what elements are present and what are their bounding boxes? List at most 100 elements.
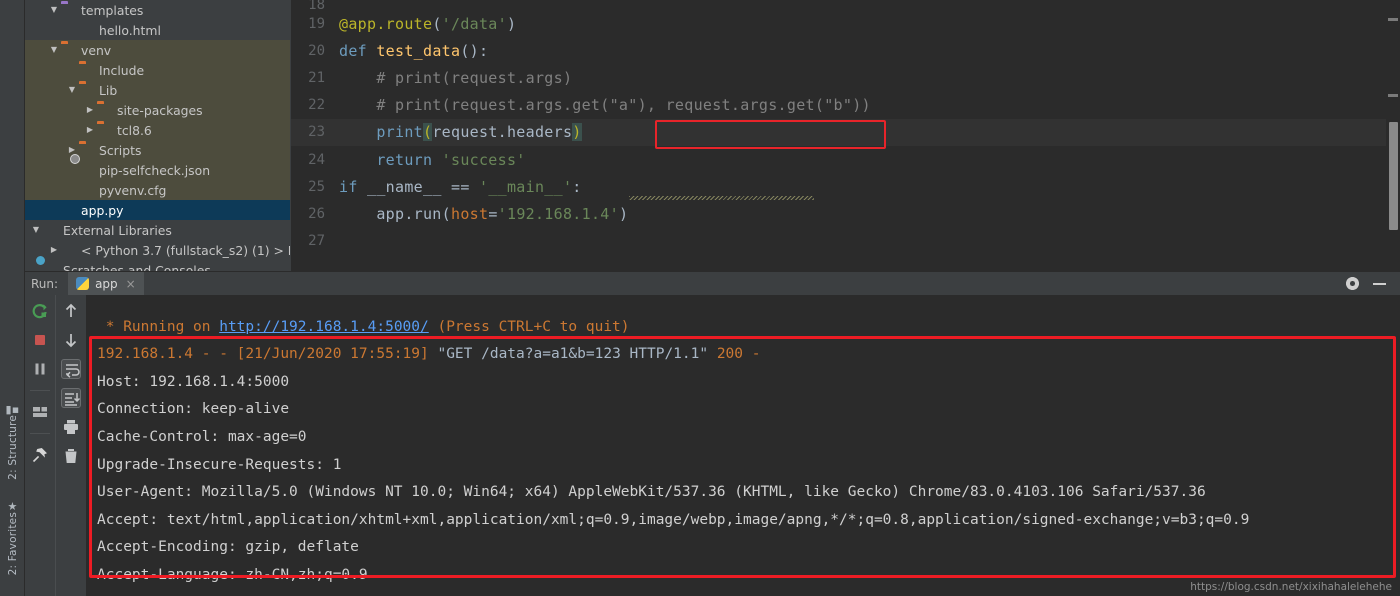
tree-row[interactable]: pip-selfcheck.json: [25, 160, 290, 180]
code-token: ): [618, 204, 629, 223]
chevron-right-icon[interactable]: ▶: [83, 126, 97, 134]
scroll-to-end-icon[interactable]: [60, 388, 81, 408]
code-line[interactable]: 20 def test_data():: [291, 37, 1400, 64]
editor-scrollbar-thumb[interactable]: [1389, 122, 1398, 230]
code-token: __name__: [367, 177, 451, 196]
tree-row[interactable]: hello.html: [25, 20, 290, 40]
console-output-panel[interactable]: * Running on http://192.168.1.4:5000/ (P…: [87, 295, 1400, 596]
line-content: return 'success': [339, 151, 526, 169]
code-token: host: [450, 204, 489, 223]
tree-row[interactable]: pyvenv.cfg: [25, 180, 290, 200]
tree-row-label: Include: [99, 62, 145, 78]
chevron-down-icon[interactable]: ▼: [47, 46, 61, 54]
code-token: if: [339, 177, 367, 196]
chevron-right-icon[interactable]: ▶: [47, 246, 61, 254]
code-content[interactable]: 18 19 @app.route('/data') 20 def test_data()…: [291, 0, 1400, 255]
inspection-squiggle: [629, 196, 814, 200]
code-token: def: [339, 41, 377, 60]
code-token: test_data: [376, 41, 461, 60]
tool-button-structure[interactable]: 2: Structure ▮▪: [0, 400, 25, 480]
tool-button-favorites-label: 2: Favorites: [6, 512, 19, 576]
tree-row[interactable]: ▼ venv: [25, 40, 290, 60]
chevron-right-icon[interactable]: ▶: [83, 106, 97, 114]
project-tree[interactable]: ▼ templates hello.html ▼ venv Include ▼ Lib ▶ sit…: [25, 0, 290, 271]
tree-row[interactable]: app.py: [25, 200, 290, 220]
line-number: 23: [308, 124, 325, 141]
soft-wrap-icon[interactable]: [60, 359, 81, 379]
tree-row[interactable]: ▶ Scripts: [25, 140, 290, 160]
line-content: if __name__ == '__main__':: [339, 178, 582, 196]
code-line[interactable]: 22 # print(request.args.get("a"), reques…: [291, 92, 1400, 119]
console-header-line: Accept: text/html,application/xhtml+xml,…: [97, 511, 1250, 528]
tree-row-label: External Libraries: [63, 222, 172, 238]
run-tab-app[interactable]: app ×: [68, 271, 144, 296]
tree-row[interactable]: ▼ Lib: [25, 80, 290, 100]
project-tool-window[interactable]: ▼ templates hello.html ▼ venv Include ▼ Lib ▶ sit…: [25, 0, 290, 271]
tree-row-label: hello.html: [99, 22, 161, 38]
tree-row[interactable]: ▶ tcl8.6: [25, 120, 290, 140]
tree-row-label: app.py: [81, 202, 124, 218]
line-number: 27: [308, 233, 325, 250]
editor-scrollbar[interactable]: [1386, 0, 1400, 271]
up-arrow-icon[interactable]: [61, 301, 81, 321]
run-header-actions: [1346, 277, 1400, 290]
trash-icon[interactable]: [61, 446, 81, 466]
request-line-prefix: 192.168.1.4 - - [21/Jun/2020 17:55:19]: [97, 346, 438, 363]
chevron-down-icon[interactable]: ▼: [65, 86, 79, 94]
tree-row-label: pyvenv.cfg: [99, 182, 167, 198]
tree-row-label: Scripts: [99, 142, 142, 158]
console-header-line: Accept-Encoding: gzip, deflate: [97, 539, 359, 556]
layout-icon[interactable]: [30, 402, 50, 422]
code-line[interactable]: 26 app.run(host='192.168.1.4'): [291, 200, 1400, 227]
code-token: '/data': [441, 14, 507, 33]
cfg-file-icon: [79, 183, 95, 197]
line-content: @app.route('/data'): [339, 15, 516, 33]
close-icon[interactable]: ×: [126, 277, 136, 291]
tree-row[interactable]: ▼ External Libraries: [25, 220, 290, 240]
print-icon[interactable]: [61, 417, 81, 437]
tree-row[interactable]: Include: [25, 60, 290, 80]
run-toolbar-primary: [25, 295, 56, 596]
request-line-status: 200 -: [708, 346, 761, 363]
code-token: (: [422, 123, 433, 142]
pin-icon[interactable]: [30, 445, 50, 465]
code-token: return: [376, 150, 442, 169]
gear-icon[interactable]: [1346, 277, 1359, 290]
code-token: ==: [450, 177, 479, 196]
line-number: 25: [308, 178, 325, 195]
folder-icon: [79, 63, 95, 77]
chevron-down-icon[interactable]: ▼: [47, 6, 61, 14]
tree-row[interactable]: ▶ site-packages: [25, 100, 290, 120]
minimize-icon[interactable]: [1373, 282, 1386, 285]
tree-row[interactable]: ▶ < Python 3.7 (fullstack_s2) (1) > D:\i: [25, 240, 290, 260]
code-line[interactable]: 24 return 'success': [291, 146, 1400, 173]
tree-row-label: site-packages: [117, 102, 203, 118]
code-token: 'success': [441, 150, 526, 169]
request-line-quoted: "GET /data?a=a1&b=123 HTTP/1.1": [437, 346, 709, 363]
code-line[interactable]: 18: [291, 0, 1400, 13]
rerun-icon[interactable]: [30, 301, 50, 321]
code-line[interactable]: 23 print(request.headers): [291, 118, 1400, 146]
line-number: 19: [308, 15, 325, 32]
code-line[interactable]: 27: [291, 228, 1400, 255]
star-icon: ★: [7, 500, 18, 513]
code-line[interactable]: 21 # print(request.args): [291, 64, 1400, 91]
tree-row-label: tcl8.6: [117, 122, 152, 138]
code-token: ): [572, 123, 582, 142]
server-url-link[interactable]: http://192.168.1.4:5000/: [219, 319, 429, 335]
chevron-down-icon[interactable]: ▼: [29, 226, 43, 234]
tool-button-favorites[interactable]: 2: Favorites ★: [0, 497, 25, 575]
chevron-right-icon[interactable]: ▶: [65, 146, 79, 154]
line-content: def test_data():: [339, 42, 488, 60]
stop-icon[interactable]: [30, 330, 50, 350]
tree-row[interactable]: ▼ templates: [25, 0, 290, 20]
down-arrow-icon[interactable]: [61, 330, 81, 350]
code-line[interactable]: 19 @app.route('/data'): [291, 10, 1400, 37]
pycharm-window: 2: Structure ▮▪ 2: Favorites ★ ▼ template…: [0, 0, 1400, 596]
json-file-icon: [79, 163, 95, 177]
tree-row[interactable]: Scratches and Consoles: [25, 260, 290, 272]
code-editor[interactable]: 18 19 @app.route('/data') 20 def test_data()…: [291, 0, 1400, 271]
pause-icon[interactable]: [30, 359, 50, 379]
code-line[interactable]: 25 if __name__ == '__main__':: [291, 173, 1400, 200]
scratches-icon: [43, 263, 59, 271]
